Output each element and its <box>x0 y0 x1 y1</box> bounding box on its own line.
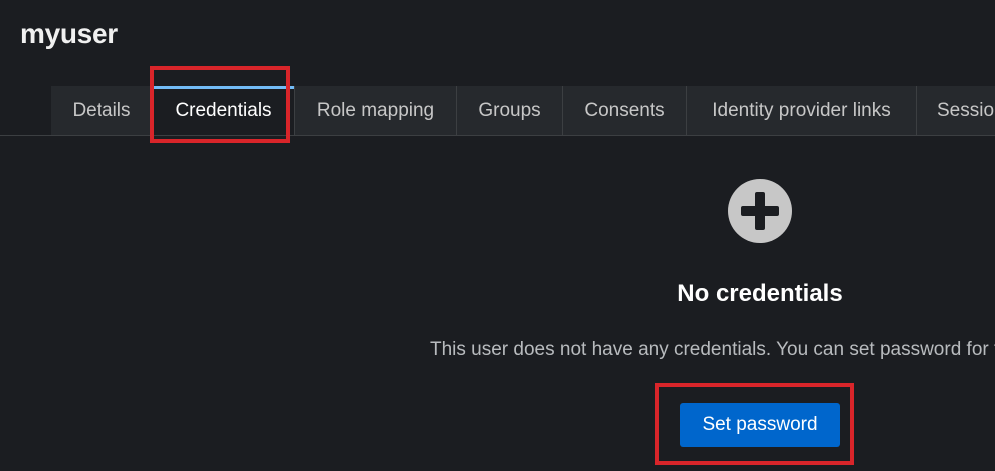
tab-credentials-label: Credentials <box>175 99 272 121</box>
plus-circle-icon <box>728 179 792 243</box>
tab-bar: Details Credentials Role mapping Groups … <box>51 86 995 135</box>
tab-consents-label: Consents <box>584 99 665 121</box>
tab-consents[interactable]: Consents <box>563 86 687 135</box>
tab-groups[interactable]: Groups <box>457 86 563 135</box>
set-password-button[interactable]: Set password <box>680 403 840 447</box>
tab-details-label: Details <box>72 99 131 121</box>
tab-details[interactable]: Details <box>51 86 153 135</box>
tab-groups-label: Groups <box>478 99 541 121</box>
empty-state-body: This user does not have any credentials.… <box>430 339 995 360</box>
page-title: myuser <box>20 18 118 49</box>
tab-sessions[interactable]: Sessions <box>917 86 995 135</box>
tab-sessions-label: Sessions <box>937 99 995 121</box>
empty-state-title: No credentials <box>677 280 843 307</box>
tab-identity-provider-links[interactable]: Identity provider links <box>687 86 917 135</box>
tab-role-mapping[interactable]: Role mapping <box>295 86 457 135</box>
tab-credentials[interactable]: Credentials <box>153 86 295 135</box>
tab-identity-provider-links-label: Identity provider links <box>712 99 891 121</box>
empty-state: No credentials This user does not have a… <box>0 136 995 471</box>
tab-role-mapping-label: Role mapping <box>316 99 435 121</box>
